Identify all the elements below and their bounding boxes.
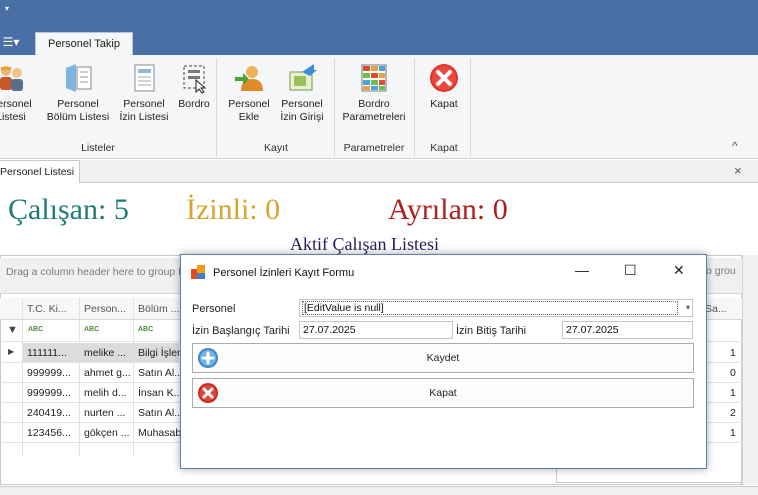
- tab-personel-listesi[interactable]: Personel Listesi: [0, 160, 80, 183]
- list-title: Aktif Çalışan Listesi: [290, 234, 439, 254]
- table-cell[interactable]: 999999...: [27, 387, 77, 399]
- table-cell[interactable]: 2: [730, 407, 736, 419]
- table-cell[interactable]: Bilgi İşlem: [138, 347, 180, 359]
- group-separator: [334, 58, 335, 156]
- text-filter-icon[interactable]: ABC: [138, 326, 153, 333]
- ayrilan-count: Ayrılan: 0: [388, 193, 508, 226]
- table-cell[interactable]: Satın Al...: [138, 367, 180, 379]
- kaydet-button[interactable]: Kaydet: [192, 343, 694, 373]
- column-header-personel[interactable]: Person...: [84, 303, 126, 315]
- text-filter-icon[interactable]: ABC: [84, 326, 99, 333]
- close-circle-icon: [198, 383, 218, 403]
- izinli-count: İzinli: 0: [186, 193, 281, 226]
- table-cell[interactable]: 1: [730, 347, 736, 359]
- bordro-parametreleri-button[interactable]: Bordro Parametreleri: [338, 62, 410, 124]
- personel-bolum-listesi-button[interactable]: Personel Bölüm Listesi: [44, 62, 112, 124]
- text-filter-icon[interactable]: ABC: [28, 326, 43, 333]
- filter-icon[interactable]: ▼: [7, 324, 18, 336]
- chevron-down-icon[interactable]: ▾: [686, 300, 690, 316]
- grid-line: [133, 298, 134, 456]
- table-cell[interactable]: gökçen ...: [84, 427, 132, 439]
- dialog-title: Personel İzinleri Kayıt Formu: [213, 267, 355, 279]
- personel-izin-girisi-button[interactable]: Personel İzin Girişi: [276, 62, 328, 124]
- close-document-icon[interactable]: ×: [734, 163, 742, 178]
- column-header-sa[interactable]: Sa...: [705, 303, 727, 315]
- group-label-kayit: Kayıt: [264, 142, 288, 154]
- personel-combo[interactable]: [EditValue is null] ▾: [299, 299, 693, 317]
- grid-line: [79, 298, 80, 456]
- column-header-tc[interactable]: T.C. Ki...: [27, 303, 67, 315]
- quick-access-arrow-icon[interactable]: ▾: [5, 4, 9, 13]
- group-separator: [414, 58, 415, 156]
- end-date-label: İzin Bitiş Tarihi: [456, 325, 527, 337]
- people-icon: [0, 66, 23, 91]
- column-header-bolum[interactable]: Bölüm ...: [138, 303, 179, 315]
- personel-label: Personel: [192, 303, 236, 315]
- start-date-field[interactable]: 27.07.2025: [299, 321, 453, 339]
- group-panel-right-text: o grou: [706, 265, 736, 277]
- end-date-field[interactable]: 27.07.2025: [562, 321, 693, 339]
- close-icon[interactable]: ✕: [673, 262, 685, 279]
- document-tab-strip: [0, 160, 758, 183]
- table-cell[interactable]: 1: [730, 427, 736, 439]
- calisan-count: Çalışan: 5: [8, 193, 129, 226]
- table-cell[interactable]: 0: [730, 367, 736, 379]
- personel-izin-listesi-button[interactable]: Personel İzin Listesi: [116, 62, 172, 124]
- bordro-select-icon: [183, 65, 207, 94]
- grid-line: [22, 298, 23, 456]
- table-cell[interactable]: ahmet g...: [84, 367, 132, 379]
- bordro-button[interactable]: Bordro: [172, 62, 216, 111]
- group-separator: [216, 58, 217, 156]
- tab-personel-takip[interactable]: Personel Takip: [35, 32, 133, 55]
- table-cell[interactable]: melih d...: [84, 387, 132, 399]
- table-cell[interactable]: Muhasabe: [138, 427, 180, 439]
- table-cell[interactable]: 111111...: [27, 347, 77, 359]
- add-circle-icon: [198, 348, 218, 368]
- kaydet-label: Kaydet: [426, 352, 460, 364]
- kapat-button[interactable]: Kapat: [192, 378, 694, 408]
- table-cell[interactable]: nurten ...: [84, 407, 132, 419]
- group-label-listeler: Listeler: [81, 142, 115, 154]
- table-cell[interactable]: 240419...: [27, 407, 77, 419]
- personel-ekle-button[interactable]: Personel Ekle: [226, 62, 272, 124]
- leave-entry-icon: [289, 64, 317, 91]
- status-strip: [0, 486, 758, 495]
- department-icon: [66, 64, 92, 92]
- vertical-scrollbar[interactable]: [742, 255, 758, 485]
- table-cell[interactable]: 999999...: [27, 367, 77, 379]
- maximize-icon[interactable]: ☐: [624, 262, 637, 279]
- table-cell[interactable]: 123456...: [27, 427, 77, 439]
- grid-line: [556, 482, 742, 483]
- personel-listesi-button[interactable]: Personel Listesi: [0, 62, 32, 124]
- title-bar: ▾: [0, 0, 758, 24]
- group-label-kapat: Kapat: [430, 142, 458, 154]
- kapat-label: Kapat: [429, 387, 457, 399]
- add-person-icon: [235, 66, 263, 91]
- group-separator: [470, 58, 471, 156]
- start-date-label: İzin Başlangıç Tarihi: [192, 325, 290, 337]
- collapse-ribbon-icon[interactable]: ^: [732, 139, 738, 153]
- kapat-ribbon-button[interactable]: Kapat: [422, 62, 466, 111]
- table-cell[interactable]: İnsan K...: [138, 387, 180, 399]
- current-row-indicator-icon: ▶: [8, 347, 15, 356]
- group-label-parametreler: Parametreler: [343, 142, 405, 154]
- close-circle-icon: [430, 64, 458, 92]
- table-cell[interactable]: 1: [730, 387, 736, 399]
- table-cell[interactable]: melike ...: [84, 347, 132, 359]
- document-list-icon: [134, 64, 155, 92]
- table-cell[interactable]: Satın Al...: [138, 407, 180, 419]
- minimize-icon[interactable]: —: [575, 262, 589, 278]
- app-menu-icon[interactable]: ☰▾: [0, 33, 22, 51]
- app-logo-icon: [191, 265, 205, 279]
- grid-parameters-icon: [361, 64, 387, 92]
